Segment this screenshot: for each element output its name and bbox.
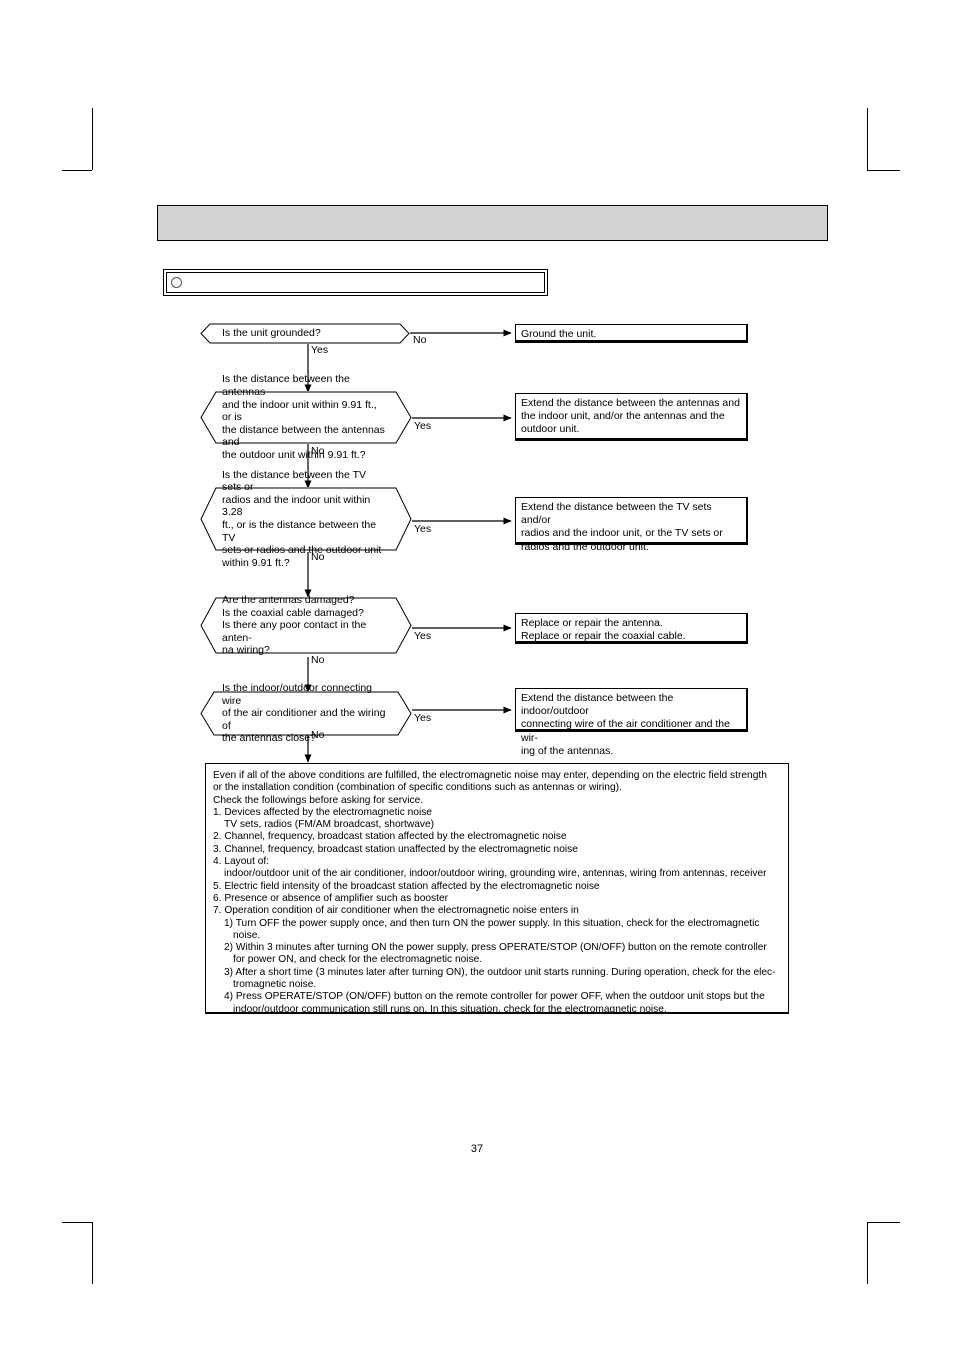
decision-node-wiring-proximity: Is the indoor/outdoor connecting wire of… [200, 682, 412, 745]
note-line: or the installation condition (combinati… [213, 782, 622, 794]
result-box-ground-unit: Ground the unit. [515, 324, 748, 343]
branch-label-yes-1: Yes [311, 344, 329, 356]
note-line: 2) Within 3 minutes after turning ON the… [224, 942, 767, 954]
page-number: 37 [470, 1143, 484, 1155]
section-header-bar [157, 205, 828, 241]
decision-node-grounded: Is the unit grounded? [200, 323, 410, 344]
decision-question-text: Is the unit grounded? [222, 327, 321, 340]
branch-label-yes-3: Yes [414, 523, 432, 535]
crop-mark-bottom-left-vertical [92, 1222, 93, 1284]
note-line: 3. Channel, frequency, broadcast station… [213, 843, 578, 855]
crop-mark-top-left-horizontal [62, 170, 92, 171]
note-line: noise. [233, 929, 261, 941]
branch-label-no-3: No [311, 551, 325, 563]
crop-mark-top-right-vertical [867, 108, 868, 170]
note-line: 1. Devices affected by the electromagnet… [213, 806, 432, 818]
result-box-extend-tv-radio-distance: Extend the distance between the TV sets … [515, 497, 748, 553]
note-line: indoor/outdoor unit of the air condition… [224, 868, 767, 880]
note-line: 7. Operation condition of air conditione… [213, 905, 579, 917]
note-line: 4. Layout of: [213, 856, 270, 868]
branch-label-yes-5: Yes [414, 712, 432, 724]
branch-label-no-4: No [311, 654, 325, 666]
branch-label-no-1: No [413, 334, 427, 346]
branch-label-yes-4: Yes [414, 630, 432, 642]
note-line: Check the followings before asking for s… [213, 794, 424, 806]
note-line: TV sets, radios (FM/AM broadcast, shortw… [224, 819, 435, 831]
decision-node-antenna-distance: Is the distance between the antennas and… [200, 373, 412, 461]
note-line: 4) Press OPERATE/STOP (ON/OFF) button on… [224, 991, 765, 1003]
note-line: 6. Presence or absence of amplifier such… [213, 892, 449, 904]
crop-mark-bottom-right-horizontal [867, 1222, 900, 1223]
branch-label-yes-2: Yes [414, 420, 432, 432]
branch-label-no-5: No [311, 729, 325, 741]
decision-node-tv-radio-distance: Is the distance between the TV sets or r… [200, 468, 412, 569]
note-line: indoor/outdoor communication still runs … [233, 1003, 667, 1015]
crop-mark-bottom-left-horizontal [62, 1222, 92, 1223]
decision-question-text: Is the indoor/outdoor connecting wire of… [222, 682, 386, 745]
branch-label-no-2: No [311, 445, 325, 457]
decision-question-text: Is the distance between the TV sets or r… [222, 468, 382, 569]
result-box-extend-wiring-distance: Extend the distance between the indoor/o… [515, 688, 748, 757]
result-box-extend-antenna-distance: Extend the distance between the antennas… [515, 393, 748, 441]
note-line: 3) After a short time (3 minutes later a… [224, 966, 776, 978]
result-box-replace-repair: Replace or repair the antenna. Replace o… [515, 613, 748, 644]
notes-block: Even if all of the above conditions are … [205, 763, 789, 1015]
note-line: 1) Turn OFF the power supply once, and t… [224, 917, 760, 929]
note-line: for power ON, and check for the electrom… [233, 954, 483, 966]
decision-question-text: Are the antennas damaged? Is the coaxial… [222, 594, 367, 657]
crop-mark-top-right-horizontal [867, 170, 900, 171]
crop-mark-top-left-vertical [92, 108, 93, 170]
circle-icon [171, 277, 182, 288]
note-line: tromagnetic noise. [233, 979, 317, 991]
decision-question-text: Is the distance between the antennas and… [222, 373, 385, 461]
title-box [163, 269, 548, 296]
decision-node-antenna-damage: Are the antennas damaged? Is the coaxial… [200, 594, 412, 657]
crop-mark-bottom-right-vertical [867, 1222, 868, 1284]
note-line: 5. Electric field intensity of the broad… [213, 880, 600, 892]
note-line: Even if all of the above conditions are … [213, 770, 767, 781]
title-box-inner [166, 272, 545, 293]
note-line: 2. Channel, frequency, broadcast station… [213, 831, 567, 843]
